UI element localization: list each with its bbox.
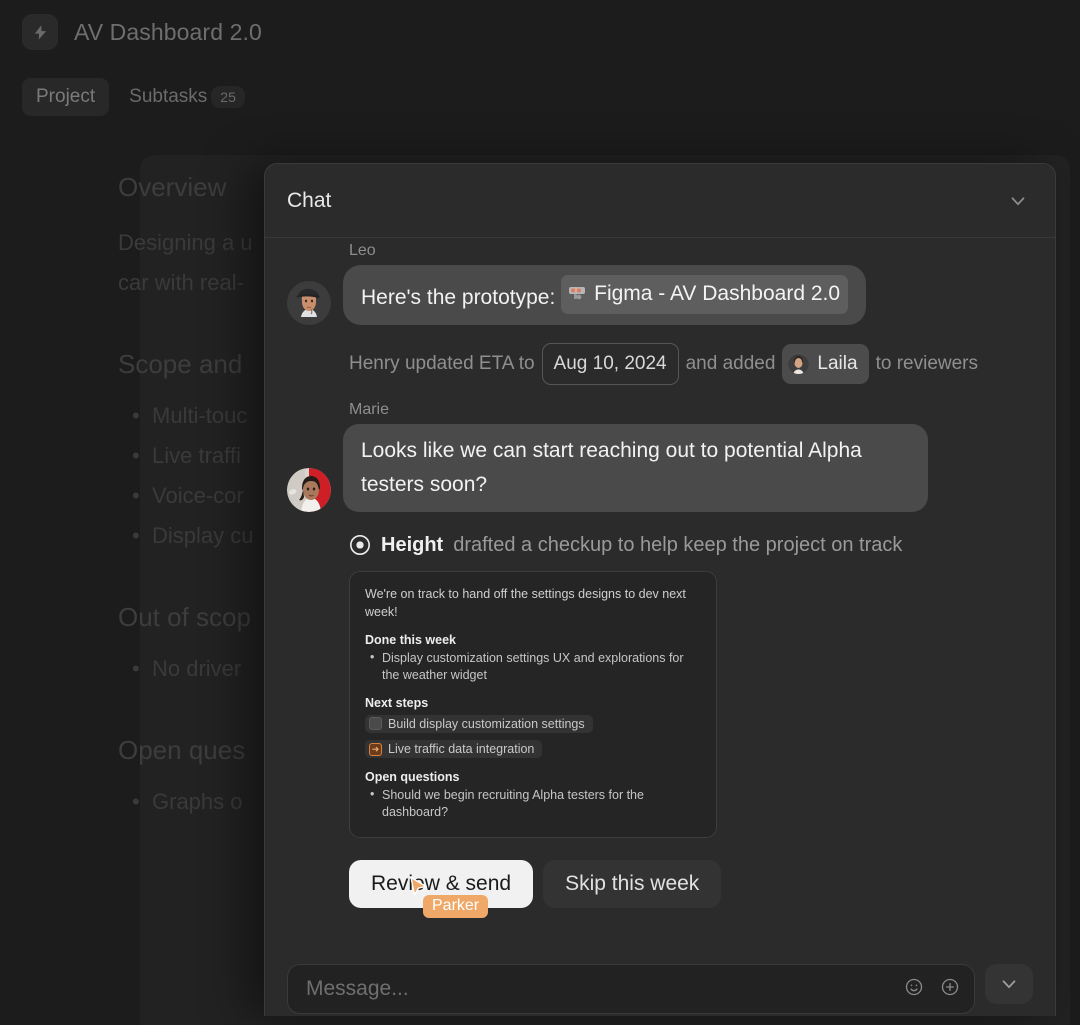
system-event-text-1: Henry updated ETA to <box>349 347 535 381</box>
plus-circle-icon[interactable] <box>940 977 960 1002</box>
review-and-send-button[interactable]: Review & send <box>349 860 533 908</box>
orange-arrow-square-icon: ➜ <box>369 743 382 756</box>
open-questions-heading: Open questions <box>365 770 701 784</box>
reviewer-pill[interactable]: Laila <box>782 344 868 384</box>
checkup-lead: We're on track to hand off the settings … <box>365 585 701 621</box>
chat-panel: Chat Leo <box>264 163 1056 1016</box>
eta-date-pill[interactable]: Aug 10, 2024 <box>542 343 679 385</box>
figma-link-label: Figma - AV Dashboard 2.0 <box>594 277 840 311</box>
next-steps-list: Build display customization settings ➜ L… <box>365 710 701 759</box>
target-icon <box>349 534 371 556</box>
chat-message: Here's the prototype: Figma - AV Dashboa… <box>287 265 1033 325</box>
system-event-row: Henry updated ETA to Aug 10, 2024 and ad… <box>349 343 1033 385</box>
message-input[interactable]: Message... <box>287 964 975 1014</box>
task-chip[interactable]: Build display customization settings <box>365 715 593 733</box>
done-list: Display customization settings UX and ex… <box>365 650 701 684</box>
checkup-description: drafted a checkup to help keep the proje… <box>453 534 902 557</box>
emoji-smiley-icon[interactable] <box>904 977 924 1002</box>
chat-message: Looks like we can start reaching out to … <box>287 424 1033 512</box>
tab-subtasks[interactable]: Subtasks25 <box>115 78 259 116</box>
message-bubble: Looks like we can start reaching out to … <box>343 424 928 512</box>
checkup-header: Height drafted a checkup to help keep th… <box>349 534 1033 557</box>
tab-project-label: Project <box>36 86 95 107</box>
next-steps-heading: Next steps <box>365 696 701 710</box>
chat-message-list[interactable]: Leo <box>265 238 1055 964</box>
checkup-actions: Review & send Skip this week Parker <box>349 860 1033 908</box>
done-heading: Done this week <box>365 633 701 647</box>
open-question-item: Should we begin recruiting Alpha testers… <box>365 787 701 821</box>
system-event-text-2: and added <box>686 347 776 381</box>
tab-project[interactable]: Project <box>22 78 109 116</box>
chat-header: Chat <box>265 164 1055 238</box>
system-event-text-3: to reviewers <box>876 347 978 381</box>
message-bubble: Here's the prototype: Figma - AV Dashboa… <box>343 265 866 325</box>
grey-square-icon <box>369 717 382 730</box>
open-questions-list: Should we begin recruiting Alpha testers… <box>365 787 701 821</box>
avatar[interactable] <box>287 468 331 512</box>
page-title: AV Dashboard 2.0 <box>74 19 262 46</box>
lightning-bolt-icon <box>22 14 58 50</box>
figma-link-chip[interactable]: Figma - AV Dashboard 2.0 <box>561 275 848 314</box>
app-topbar: AV Dashboard 2.0 <box>22 14 262 50</box>
chevron-down-icon[interactable] <box>1003 186 1033 216</box>
chat-title: Chat <box>287 189 331 213</box>
message-sender: Leo <box>349 242 1033 260</box>
chat-composer-area: Message... <box>265 964 1055 1016</box>
collapse-composer-button[interactable] <box>985 964 1033 1004</box>
task-chip[interactable]: ➜ Live traffic data integration <box>365 740 542 758</box>
checkup-app-name: Height <box>381 534 443 557</box>
reviewer-name: Laila <box>817 347 857 381</box>
tab-subtasks-count: 25 <box>211 86 245 108</box>
avatar[interactable] <box>287 281 331 325</box>
task-chip-label: Build display customization settings <box>388 717 585 731</box>
avatar <box>788 353 809 374</box>
message-sender: Marie <box>349 401 1033 419</box>
tab-subtasks-label: Subtasks <box>129 86 207 107</box>
message-input-placeholder: Message... <box>306 977 904 1001</box>
task-chip-label: Live traffic data integration <box>388 742 534 756</box>
done-item: Display customization settings UX and ex… <box>365 650 701 684</box>
message-text: Here's the prototype: <box>361 286 555 309</box>
skip-this-week-button[interactable]: Skip this week <box>543 860 721 908</box>
tab-bar: Project Subtasks25 <box>22 78 259 116</box>
figma-favicon <box>567 284 587 304</box>
checkup-card: We're on track to hand off the settings … <box>349 571 717 839</box>
